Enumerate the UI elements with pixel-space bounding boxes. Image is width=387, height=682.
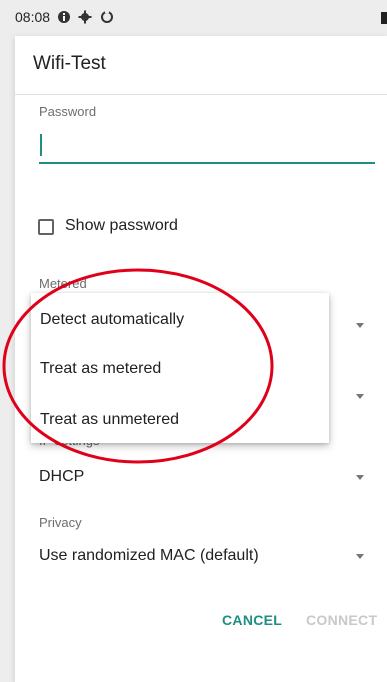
- cancel-button[interactable]: CANCEL: [222, 612, 282, 628]
- sync-icon: [100, 10, 114, 24]
- password-label: Password: [39, 104, 97, 119]
- text-cursor: [40, 134, 42, 156]
- show-password-label[interactable]: Show password: [65, 217, 178, 235]
- metered-dropdown-menu: Detect automatically Treat as metered Tr…: [31, 293, 329, 443]
- menu-item-treat-as-unmetered[interactable]: Treat as unmetered: [40, 411, 179, 429]
- ip-settings-chevron-down-icon[interactable]: [356, 475, 364, 480]
- info-circle-icon: [57, 10, 71, 24]
- metered-chevron-down-icon[interactable]: [356, 323, 364, 328]
- battery-icon: [381, 12, 387, 24]
- dialog-title: Wifi-Test: [33, 53, 106, 74]
- title-divider: [15, 94, 387, 95]
- ip-settings-select[interactable]: DHCP: [39, 468, 84, 486]
- menu-item-treat-as-metered[interactable]: Treat as metered: [40, 360, 161, 378]
- menu-item-detect-automatically[interactable]: Detect automatically: [40, 311, 184, 329]
- show-password-checkbox[interactable]: [38, 219, 54, 235]
- proxy-chevron-down-icon[interactable]: [356, 394, 364, 399]
- connect-button[interactable]: CONNECT: [306, 612, 377, 628]
- password-field[interactable]: [39, 130, 375, 164]
- gear-icon: [78, 10, 92, 24]
- privacy-select[interactable]: Use randomized MAC (default): [39, 547, 259, 565]
- status-time: 08:08: [15, 9, 51, 25]
- privacy-chevron-down-icon[interactable]: [356, 554, 364, 559]
- metered-label: Metered: [39, 276, 87, 291]
- privacy-label: Privacy: [39, 515, 82, 530]
- status-bar: 08:08: [0, 0, 387, 34]
